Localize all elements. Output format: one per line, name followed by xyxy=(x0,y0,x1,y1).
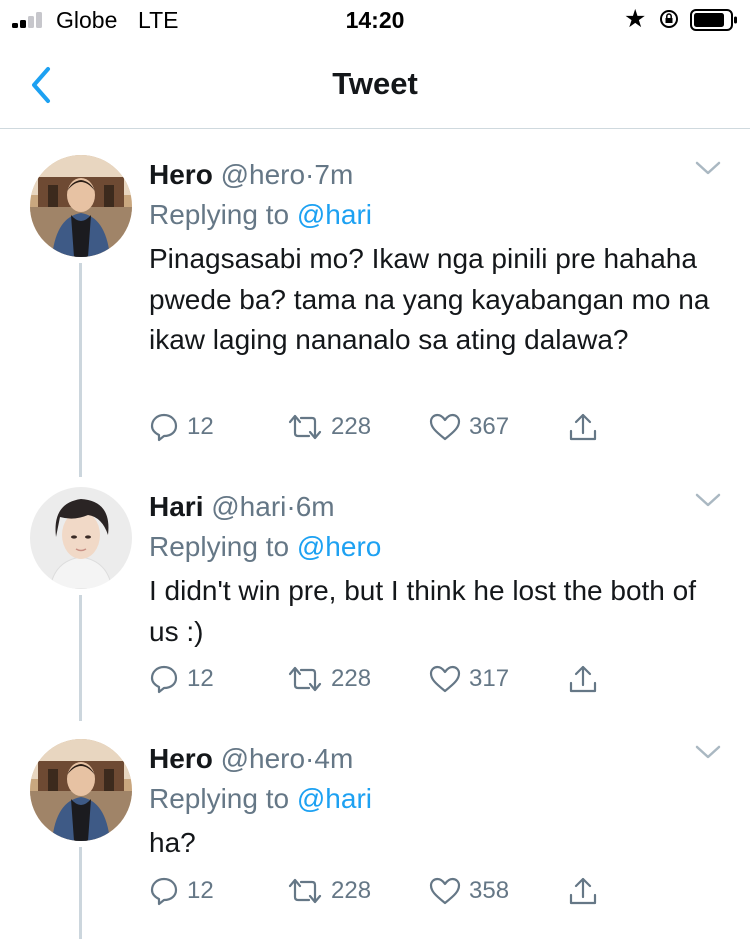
action-bar: 12 228 317 xyxy=(149,661,609,697)
like-count: 358 xyxy=(469,877,510,904)
thread-line xyxy=(79,595,82,721)
share-button[interactable] xyxy=(567,409,599,445)
battery-icon xyxy=(690,9,737,31)
share-button[interactable] xyxy=(567,873,599,909)
replying-to: Replying to @hari xyxy=(149,199,372,231)
mention-link[interactable]: @hari xyxy=(297,199,372,230)
separator-dot: · xyxy=(286,491,296,522)
tweet-time: 6m xyxy=(295,491,335,522)
retweet-icon xyxy=(288,878,322,904)
avatar[interactable] xyxy=(30,487,132,589)
thread-line xyxy=(79,847,82,939)
like-button[interactable]: 317 xyxy=(429,661,509,697)
replying-prefix: Replying to xyxy=(149,783,290,814)
replying-to: Replying to @hero xyxy=(149,531,381,563)
tweet-text: I didn't win pre, but I think he lost th… xyxy=(149,575,697,647)
speech-bubble-icon xyxy=(150,877,178,906)
avatar[interactable] xyxy=(30,155,132,257)
reply-button[interactable]: 12 xyxy=(149,661,214,697)
tweet-header: Hero @hero·7m xyxy=(149,159,353,191)
author-name[interactable]: Hari xyxy=(149,491,203,522)
status-bar: Globe LTE 14:20 ★ xyxy=(0,0,750,44)
author-name[interactable]: Hero xyxy=(149,159,213,190)
like-button[interactable]: 358 xyxy=(429,873,509,909)
retweet-count: 228 xyxy=(331,877,372,904)
retweet-icon xyxy=(288,666,322,692)
replying-prefix: Replying to xyxy=(149,199,290,230)
tweet-text: Pinagsasabi mo? Ikaw nga pinili pre haha… xyxy=(149,243,710,355)
retweet-icon xyxy=(288,414,322,440)
author-name[interactable]: Hero xyxy=(149,743,213,774)
reply-count: 12 xyxy=(187,413,214,440)
retweet-count: 228 xyxy=(331,413,372,440)
separator-dot: · xyxy=(305,743,315,774)
tweet-time: 4m xyxy=(314,743,354,774)
replying-to: Replying to @hari xyxy=(149,783,372,815)
like-count: 317 xyxy=(469,665,510,692)
author-handle[interactable]: @hari xyxy=(211,491,286,522)
reply-count: 12 xyxy=(187,665,214,692)
tweet-time: 7m xyxy=(314,159,354,190)
mention-link[interactable]: @hero xyxy=(297,531,381,562)
page-title: Tweet xyxy=(332,66,418,101)
star-icon: ★ xyxy=(624,5,647,33)
mention-link[interactable]: @hari xyxy=(297,783,372,814)
heart-icon xyxy=(429,413,461,441)
author-handle[interactable]: @hero xyxy=(221,159,305,190)
tweet-text: ha? xyxy=(149,827,196,858)
thread-line xyxy=(79,263,82,477)
retweet-count: 228 xyxy=(331,665,372,692)
avatar[interactable] xyxy=(30,739,132,841)
action-bar: 12 228 358 xyxy=(149,873,609,909)
heart-icon xyxy=(429,665,461,693)
separator-dot: · xyxy=(305,159,315,190)
share-icon xyxy=(569,877,597,905)
author-handle[interactable]: @hero xyxy=(221,743,305,774)
share-icon xyxy=(569,413,597,441)
like-button[interactable]: 367 xyxy=(429,409,509,445)
rotation-lock-icon xyxy=(660,10,678,28)
retweet-button[interactable]: 228 xyxy=(287,409,371,445)
replying-prefix: Replying to xyxy=(149,531,290,562)
share-icon xyxy=(569,665,597,693)
reply-button[interactable]: 12 xyxy=(149,409,214,445)
share-button[interactable] xyxy=(567,661,599,697)
speech-bubble-icon xyxy=(150,665,178,694)
chevron-down-icon[interactable] xyxy=(694,743,722,761)
tweet-header: Hari @hari·6m xyxy=(149,491,335,523)
chevron-down-icon[interactable] xyxy=(694,159,722,177)
heart-icon xyxy=(429,877,461,905)
like-count: 367 xyxy=(469,413,510,440)
tweet-header: Hero @hero·4m xyxy=(149,743,353,775)
reply-count: 12 xyxy=(187,877,214,904)
chevron-down-icon[interactable] xyxy=(694,491,722,509)
action-bar: 12 228 367 xyxy=(149,409,609,445)
speech-bubble-icon xyxy=(150,413,178,442)
retweet-button[interactable]: 228 xyxy=(287,873,371,909)
reply-button[interactable]: 12 xyxy=(149,873,214,909)
nav-header: Tweet xyxy=(0,44,750,129)
retweet-button[interactable]: 228 xyxy=(287,661,371,697)
